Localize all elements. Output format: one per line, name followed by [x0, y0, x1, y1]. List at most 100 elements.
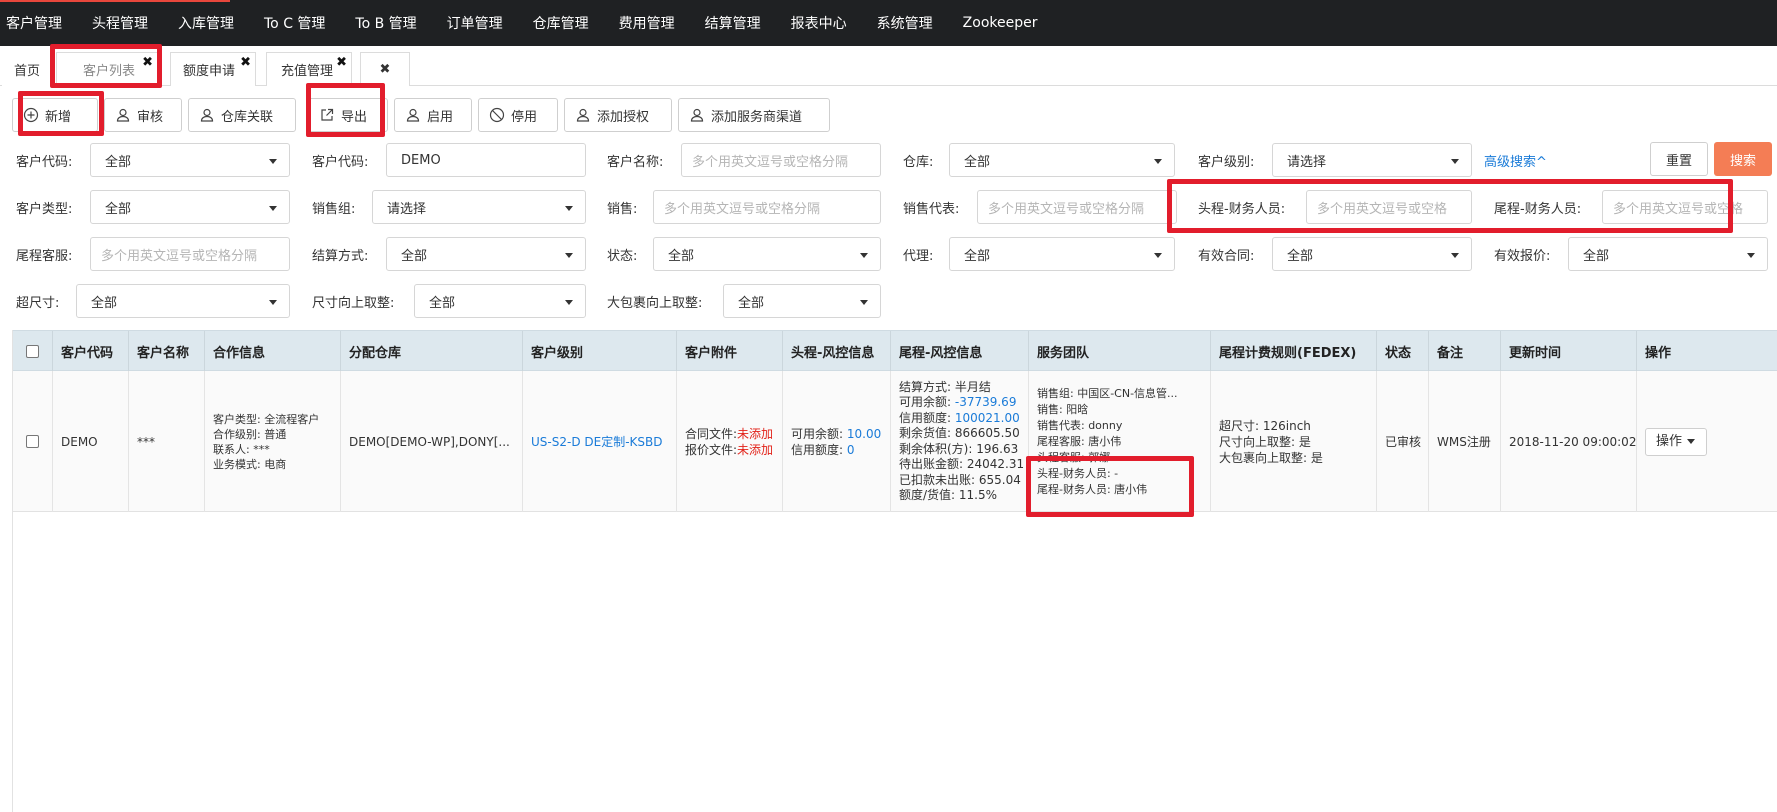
- select-all-checkbox[interactable]: [26, 344, 39, 358]
- th-head-risk: 头程-风控信息: [783, 331, 891, 371]
- th-coop: 合作信息: [205, 331, 341, 371]
- th-op: 操作: [1645, 345, 1672, 361]
- status-label: 状态:: [607, 249, 638, 264]
- row-checkbox[interactable]: [26, 435, 39, 448]
- nav-to-c[interactable]: To C 管理: [264, 13, 325, 33]
- enable-button[interactable]: 启用: [394, 98, 472, 132]
- cell-attach: 合同文件:未添加 报价文件:未添加: [677, 371, 783, 512]
- caret-down-icon: [860, 253, 868, 258]
- level-link[interactable]: US-S2-D DE定制-KSBD: [531, 434, 676, 450]
- nav-customer[interactable]: 客户管理: [6, 13, 62, 33]
- head-finance-input[interactable]: 多个用英文逗号或空格: [1306, 190, 1472, 224]
- nav-system[interactable]: 系统管理: [877, 13, 933, 33]
- cell-name: ***: [129, 371, 205, 512]
- size-round-select[interactable]: 全部: [414, 284, 586, 318]
- tab-customer-list[interactable]: 客户列表 ✖: [56, 52, 158, 86]
- nav-fee[interactable]: 费用管理: [619, 13, 675, 33]
- big-pkg-select[interactable]: 全部: [723, 284, 881, 318]
- add-button[interactable]: 新增: [12, 98, 98, 132]
- sales-group-select[interactable]: 请选择: [372, 190, 586, 224]
- nav-report[interactable]: 报表中心: [791, 13, 847, 33]
- cell-code: DEMO: [53, 371, 129, 512]
- caret-down-icon: [1451, 253, 1459, 258]
- close-icon[interactable]: ✖: [380, 62, 391, 77]
- quote-label: 有效报价:: [1494, 249, 1551, 264]
- cell-warehouse: DEMO[DEMO-WP],DONY[...: [341, 371, 523, 512]
- caret-down-icon: [1451, 159, 1459, 164]
- nav-inbound[interactable]: 入库管理: [178, 13, 234, 33]
- nav-to-b[interactable]: To B 管理: [355, 13, 416, 33]
- level-select[interactable]: 请选择: [1272, 143, 1472, 177]
- th-warehouse: 分配仓库: [341, 331, 523, 371]
- disable-button[interactable]: 停用: [478, 98, 558, 132]
- caret-down-icon: [1747, 253, 1755, 258]
- tab-home[interactable]: 首页: [2, 52, 50, 86]
- warehouse-link-button[interactable]: 仓库关联: [188, 98, 296, 132]
- close-icon[interactable]: ✖: [336, 55, 347, 70]
- export-button[interactable]: 导出: [308, 98, 388, 132]
- plus-circle-icon: [23, 107, 39, 123]
- quote-missing-link[interactable]: 未添加: [737, 443, 773, 457]
- contract-select[interactable]: 全部: [1272, 237, 1472, 271]
- cell-op: 操作: [1637, 371, 1777, 512]
- customer-code-label: 客户代码:: [16, 155, 73, 170]
- contract-missing-link[interactable]: 未添加: [737, 427, 773, 441]
- sales-rep-input[interactable]: 多个用英文逗号或空格分隔: [977, 190, 1177, 224]
- customer-name-label: 客户名称:: [607, 155, 664, 170]
- caret-down-icon: [1687, 439, 1696, 444]
- customer-code-input[interactable]: DEMO: [386, 143, 586, 177]
- nav-zookeeper[interactable]: Zookeeper: [963, 15, 1038, 31]
- level-label: 客户级别:: [1198, 155, 1255, 170]
- reset-button[interactable]: 重置: [1650, 142, 1708, 176]
- customer-code2-label: 客户代码:: [312, 155, 369, 170]
- caret-down-icon: [1154, 159, 1162, 164]
- nav-settlement[interactable]: 结算管理: [705, 13, 761, 33]
- search-button[interactable]: 搜索: [1714, 142, 1772, 176]
- user-icon: [115, 107, 131, 123]
- toolbar: 新增 审核 仓库关联 导出 启用 停用 添加授权 添加服务商渠道: [12, 98, 836, 132]
- th-remark: 备注: [1429, 331, 1501, 371]
- cell-head-risk: 可用余额: 10.00 信用额度: 0: [783, 371, 891, 512]
- customer-table: 客户代码 客户名称 合作信息 分配仓库 客户级别 客户附件 头程-风控信息 尾程…: [12, 330, 1777, 812]
- agent-select[interactable]: 全部: [949, 237, 1175, 271]
- nav-warehouse[interactable]: 仓库管理: [533, 13, 589, 33]
- caret-down-icon: [269, 300, 277, 305]
- close-icon[interactable]: ✖: [240, 55, 251, 70]
- caret-down-icon: [565, 253, 573, 258]
- tab-recharge[interactable]: 充值管理 ✖: [266, 52, 352, 86]
- quote-select[interactable]: 全部: [1568, 237, 1768, 271]
- cell-rule: 超尺寸: 126inch 尺寸向上取整: 是 大包裹向上取整: 是: [1211, 371, 1377, 512]
- add-channel-button[interactable]: 添加服务商渠道: [678, 98, 830, 132]
- customer-name-input[interactable]: 多个用英文逗号或空格分隔: [681, 143, 881, 177]
- operation-dropdown-button[interactable]: 操作: [1645, 427, 1707, 456]
- th-attach: 客户附件: [677, 331, 783, 371]
- caret-down-icon: [1154, 253, 1162, 258]
- warehouse-select[interactable]: 全部: [949, 143, 1175, 177]
- customer-type-select[interactable]: 全部: [90, 190, 290, 224]
- cell-updated: 2018-11-20 09:00:02: [1501, 371, 1637, 512]
- status-select[interactable]: 全部: [653, 237, 881, 271]
- nav-first-leg[interactable]: 头程管理: [92, 13, 148, 33]
- th-team: 服务团队: [1029, 331, 1211, 371]
- tail-service-label: 尾程客服:: [16, 249, 73, 264]
- tab-credit-apply[interactable]: 额度申请 ✖: [170, 52, 256, 86]
- nav-order[interactable]: 订单管理: [447, 13, 503, 33]
- caret-down-icon: [565, 206, 573, 211]
- oversize-label: 超尺寸:: [16, 296, 60, 311]
- tail-service-input[interactable]: 多个用英文逗号或空格分隔: [90, 237, 290, 271]
- table-row[interactable]: DEMO *** 客户类型: 全流程客户 合作级别: 普通 联系人: *** 业…: [13, 371, 1777, 512]
- tail-finance-input[interactable]: 多个用英文逗号或空格: [1602, 190, 1768, 224]
- customer-code-select[interactable]: 全部: [90, 143, 290, 177]
- big-pkg-label: 大包裹向上取整:: [607, 296, 703, 311]
- close-icon[interactable]: ✖: [142, 55, 153, 70]
- select-all-checkbox-cell: [13, 331, 53, 371]
- add-auth-button[interactable]: 添加授权: [564, 98, 672, 132]
- tab-close-all[interactable]: ✖: [360, 52, 410, 86]
- advanced-search-link[interactable]: 高级搜索^: [1484, 151, 1547, 170]
- tail-finance-label: 尾程-财务人员:: [1494, 202, 1582, 217]
- settle-select[interactable]: 全部: [386, 237, 586, 271]
- caret-down-icon: [269, 206, 277, 211]
- oversize-select[interactable]: 全部: [76, 284, 290, 318]
- sales-input[interactable]: 多个用英文逗号或空格分隔: [653, 190, 881, 224]
- audit-button[interactable]: 审核: [104, 98, 182, 132]
